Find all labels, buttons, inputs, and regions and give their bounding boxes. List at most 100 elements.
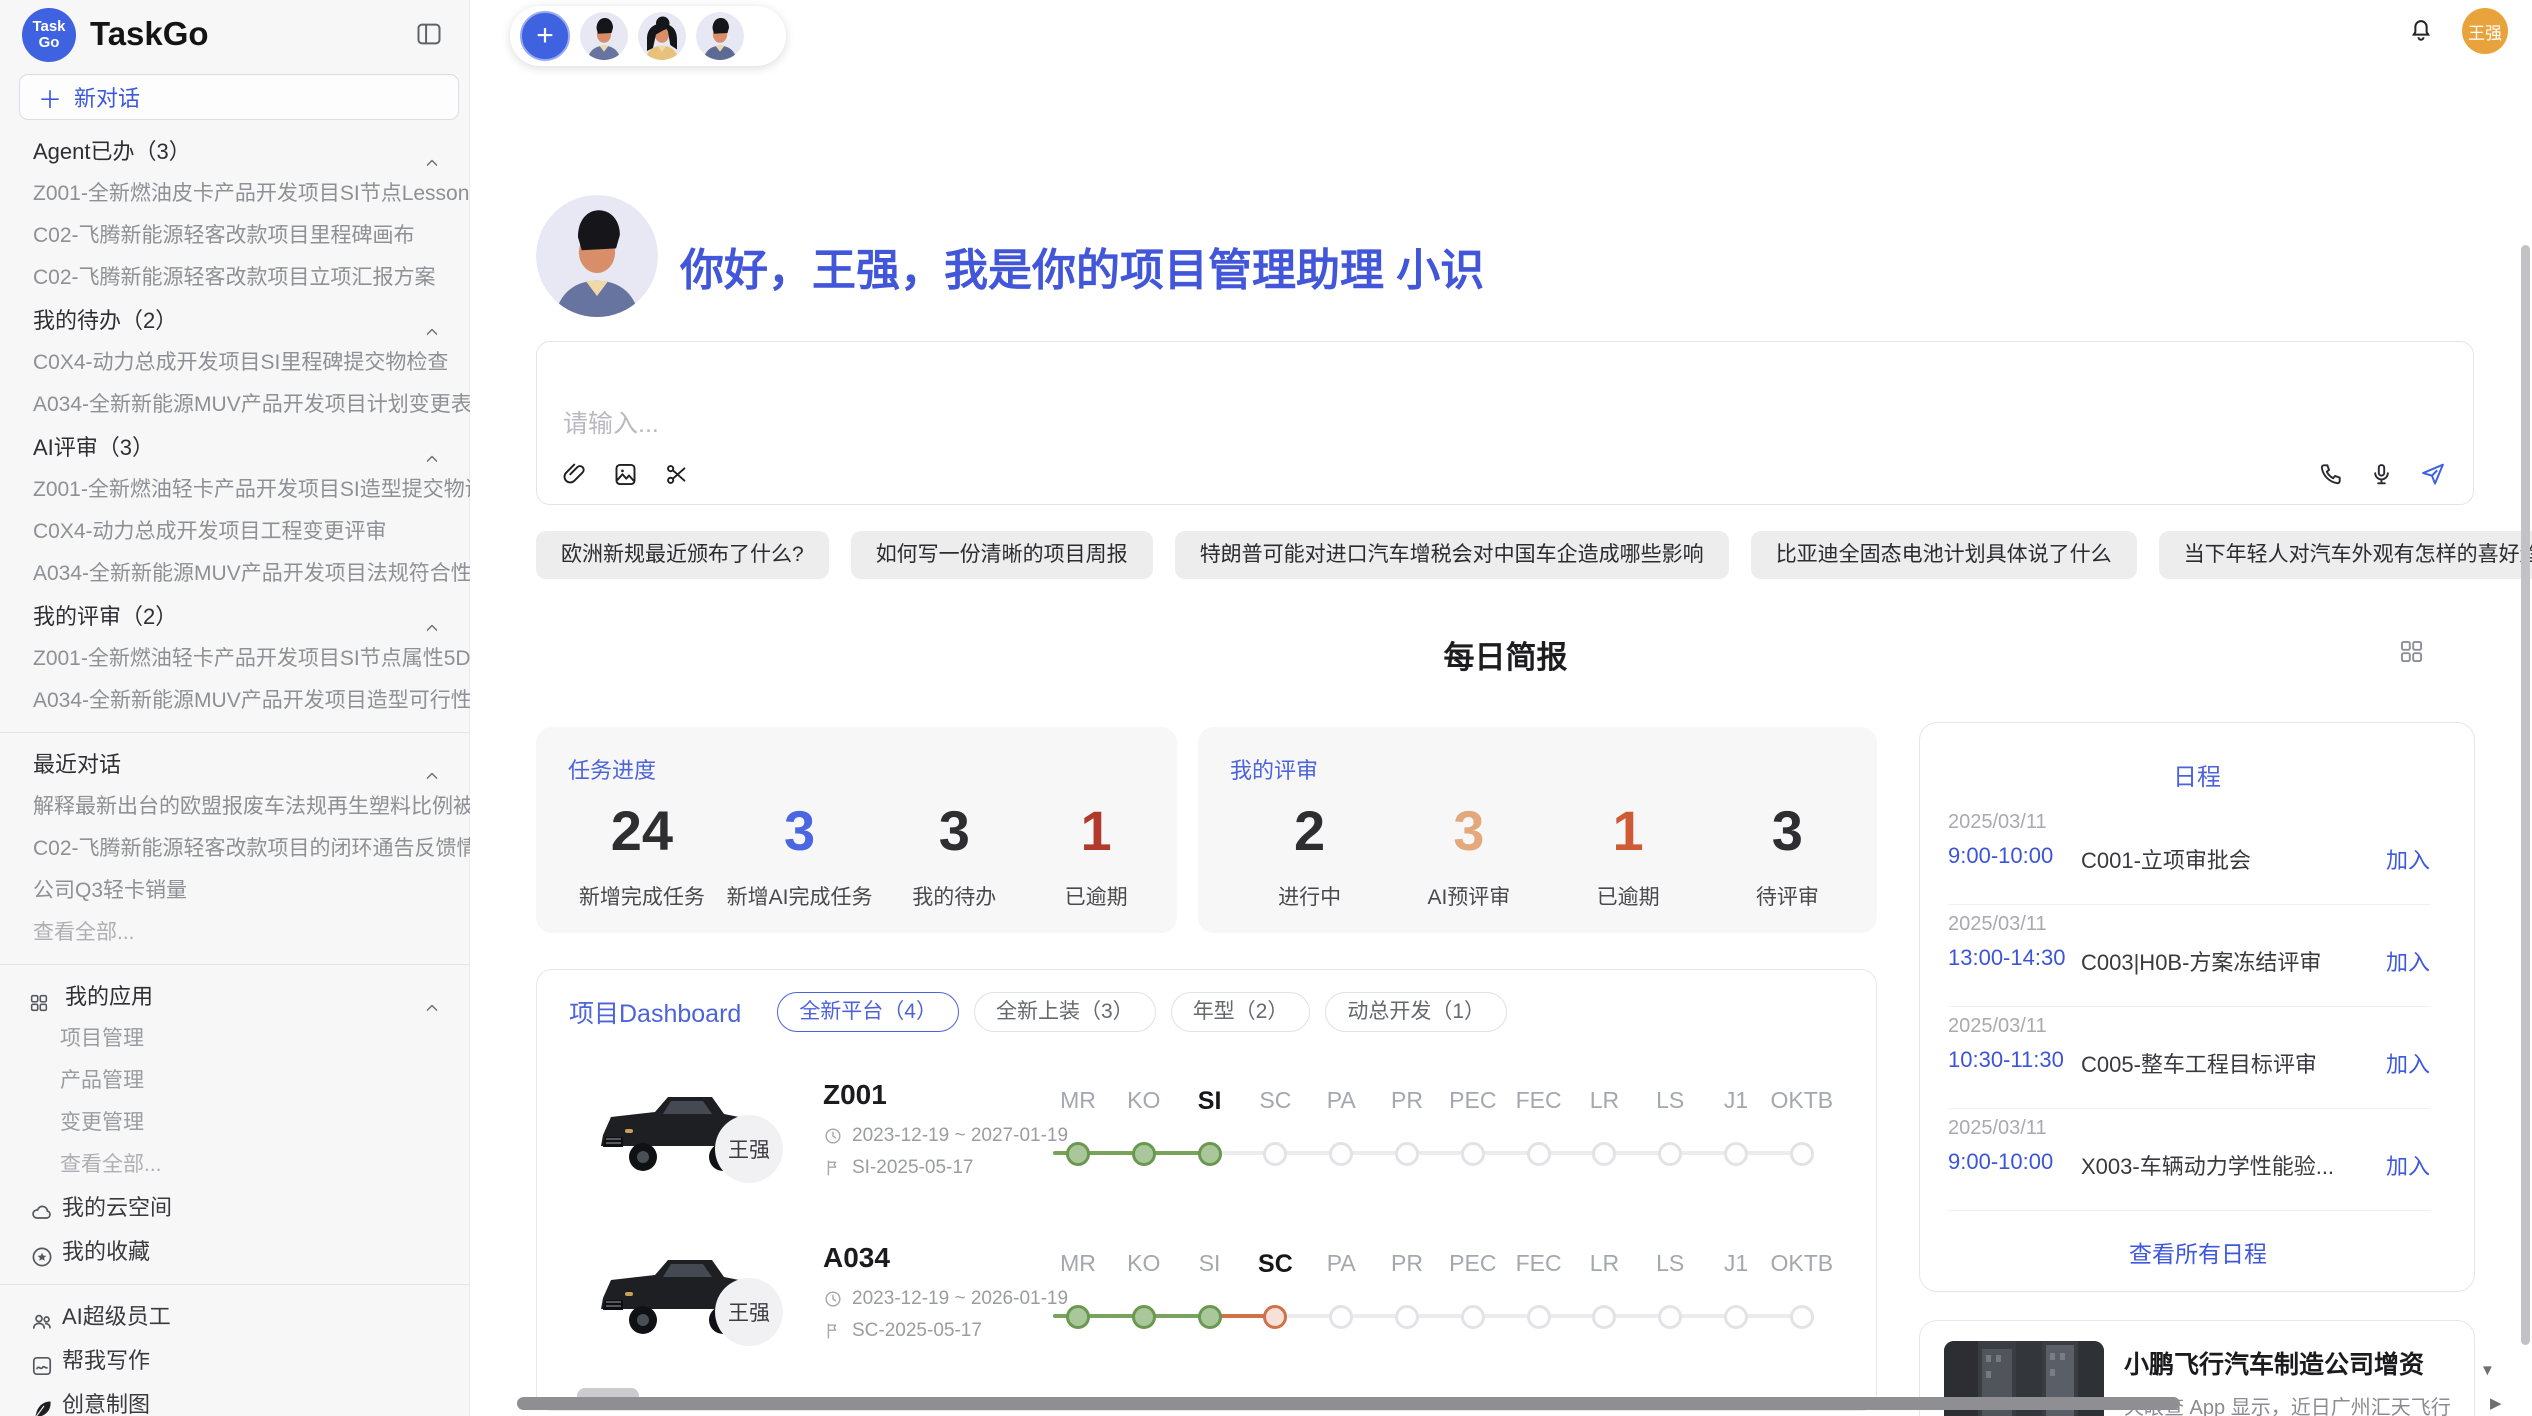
- bell-icon[interactable]: [2406, 14, 2436, 49]
- project-row[interactable]: 王强 A034 2023-12-19 ~ 2026-01-19 SC-2025-…: [537, 1226, 1877, 1389]
- suggestion-chip[interactable]: 当下年轻人对汽车外观有怎样的喜好趋势: [2159, 531, 2532, 579]
- join-meeting-link[interactable]: 加入: [2386, 945, 2430, 977]
- sidebar-item[interactable]: Z001-全新燃油轻卡产品开发项目SI造型提交物评审: [0, 469, 470, 511]
- paperclip-icon[interactable]: [561, 461, 588, 488]
- scissors-icon[interactable]: [663, 461, 690, 488]
- stat-value: 3: [1409, 795, 1529, 867]
- sidebar-item[interactable]: 解释最新出台的欧盟报废车法规再生塑料比例被调至15%...: [0, 786, 470, 828]
- sidebar-item[interactable]: A034-全新新能源MUV产品开发项目造型可行性评审: [0, 680, 470, 722]
- sidebar-item[interactable]: A034-全新新能源MUV产品开发项目计划变更表编写: [0, 384, 470, 426]
- daily-briefing-title: 每日简报: [1444, 632, 1568, 677]
- dashboard-tab[interactable]: 全新上装（3）: [974, 992, 1156, 1032]
- sidebar-item-label: 我的收藏: [62, 1239, 150, 1264]
- join-meeting-link[interactable]: 加入: [2386, 1047, 2430, 1079]
- vertical-scrollbar[interactable]: [2521, 245, 2530, 1345]
- milestone-dot: [1066, 1142, 1090, 1166]
- horizontal-scrollbar[interactable]: [517, 1397, 2180, 1410]
- join-meeting-link[interactable]: 加入: [2386, 1149, 2430, 1181]
- sidebar-item[interactable]: Z001-全新燃油轻卡产品开发项目SI节点属性5D文件评审: [0, 638, 470, 680]
- sidebar-item[interactable]: C02-飞腾新能源轻客改款项目里程碑画布: [0, 215, 470, 257]
- milestone-label: SI: [1177, 1250, 1243, 1277]
- send-icon[interactable]: [2419, 460, 2447, 488]
- suggestion-chip[interactable]: 特朗普可能对进口汽车增税会对中国车企造成哪些影响: [1175, 531, 1729, 579]
- join-meeting-link[interactable]: 加入: [2386, 843, 2430, 875]
- sidebar-item[interactable]: 产品管理: [0, 1060, 470, 1102]
- sidebar-item-star-circle[interactable]: 我的收藏: [0, 1230, 470, 1274]
- chat-input-card[interactable]: 请输入...: [536, 341, 2474, 505]
- sidebar-item[interactable]: 项目管理: [0, 1018, 470, 1060]
- sidebar-item-cloud[interactable]: 我的云空间: [0, 1186, 470, 1230]
- stat-card-title: 任务进度: [568, 753, 1167, 785]
- project-row[interactable]: 王强 Z001 2023-12-19 ~ 2027-01-19 SI-2025-…: [537, 1063, 1877, 1226]
- project-dates: 2023-12-19 ~ 2026-01-19: [823, 1288, 1068, 1310]
- dashboard-tab[interactable]: 动总开发（1）: [1325, 992, 1507, 1032]
- schedule-item: 2025/03/11 13:00-14:30 C003|H0B-方案冻结评审 加…: [1920, 905, 2476, 1007]
- sidebar-item[interactable]: 查看全部...: [0, 912, 470, 954]
- dashboard-tab[interactable]: 全新平台（4）: [777, 992, 959, 1032]
- sidebar-item[interactable]: A034-全新新能源MUV产品开发项目法规符合性评审: [0, 553, 470, 595]
- schedule-name: C005-整车工程目标评审: [2081, 1047, 2317, 1079]
- scroll-down-arrow[interactable]: ▼: [2480, 1362, 2495, 1379]
- sidebar-item-quill[interactable]: 创意制图: [0, 1383, 470, 1416]
- sidebar-item[interactable]: 查看全部...: [0, 1144, 470, 1186]
- sidebar-item[interactable]: 变更管理: [0, 1102, 470, 1144]
- mic-icon[interactable]: [2368, 461, 2395, 488]
- chevron-up-icon[interactable]: [422, 757, 442, 786]
- milestone-dot: [1527, 1142, 1551, 1166]
- sidebar-divider: [0, 964, 470, 965]
- milestone-label: J1: [1703, 1087, 1769, 1114]
- stat-value: 3: [894, 795, 1014, 867]
- section-label: 我的评审（2）: [33, 604, 177, 629]
- scroll-right-arrow[interactable]: ▶: [2490, 1394, 2502, 1412]
- panel-collapse-icon[interactable]: [415, 20, 443, 53]
- section-label: AI评审（3）: [33, 435, 154, 460]
- chevron-up-icon[interactable]: [422, 989, 442, 1018]
- sidebar-item-write[interactable]: 帮我写作: [0, 1339, 470, 1383]
- schedule-divider: [1948, 1210, 2430, 1211]
- schedule-time: 9:00-10:00: [1948, 843, 2053, 869]
- dashboard-tab[interactable]: 年型（2）: [1171, 992, 1311, 1032]
- sidebar-item[interactable]: C02-飞腾新能源轻客改款项目立项汇报方案: [0, 257, 470, 299]
- section-header[interactable]: 最近对话: [0, 743, 470, 786]
- section-header[interactable]: 我的评审（2）: [0, 595, 470, 638]
- chevron-up-icon[interactable]: [422, 440, 442, 469]
- milestone-dot: [1724, 1305, 1748, 1329]
- milestone-dot: [1395, 1305, 1419, 1329]
- assistant-avatar: [536, 195, 658, 317]
- section-header[interactable]: Agent已办（3）: [0, 130, 470, 173]
- sidebar-item[interactable]: 公司Q3轻卡销量: [0, 870, 470, 912]
- schedule-list: 2025/03/11 9:00-10:00 C001-立项审批会 加入 2025…: [1920, 803, 2476, 1211]
- new-chat-button[interactable]: ＋ 新对话: [19, 74, 459, 120]
- section-header[interactable]: AI评审（3）: [0, 426, 470, 469]
- add-conversation-button[interactable]: +: [520, 11, 570, 61]
- project-owner-avatar: 王强: [715, 1115, 783, 1183]
- avatar-woman-earring[interactable]: [696, 12, 744, 60]
- schedule-card: 日程 2025/03/11 9:00-10:00 C001-立项审批会 加入 2…: [1919, 722, 2475, 1292]
- chevron-up-icon[interactable]: [422, 609, 442, 638]
- suggestion-chip[interactable]: 如何写一份清晰的项目周报: [851, 531, 1153, 579]
- section-header[interactable]: 我的应用: [0, 975, 470, 1018]
- suggestion-chip[interactable]: 比亚迪全固态电池计划具体说了什么: [1751, 531, 2137, 579]
- milestone-label: LR: [1571, 1250, 1637, 1277]
- project-code: A034: [823, 1242, 890, 1274]
- sidebar-item[interactable]: C0X4-动力总成开发项目工程变更评审: [0, 511, 470, 553]
- layout-grid-icon[interactable]: [2398, 638, 2425, 670]
- stat-label: 已逾期: [1568, 881, 1688, 911]
- chevron-up-icon[interactable]: [422, 144, 442, 173]
- section-header[interactable]: 我的待办（2）: [0, 299, 470, 342]
- phone-icon[interactable]: [2317, 461, 2344, 488]
- view-all-schedule-link[interactable]: 查看所有日程: [1920, 1235, 2476, 1269]
- sidebar-item[interactable]: C02-飞腾新能源轻客改款项目的闭环通告反馈情况: [0, 828, 470, 870]
- sidebar-item-people[interactable]: AI超级员工: [0, 1295, 470, 1339]
- milestone-dot: [1066, 1305, 1090, 1329]
- chevron-up-icon[interactable]: [422, 313, 442, 342]
- avatar-woman-long-hair[interactable]: [638, 12, 686, 60]
- sidebar-item[interactable]: Z001-全新燃油皮卡产品开发项目SI节点Lesson Learn报告: [0, 173, 470, 215]
- suggestion-chip[interactable]: 欧洲新规最近颁布了什么?: [536, 531, 829, 579]
- avatar-man[interactable]: [580, 12, 628, 60]
- stat-label: 我的待办: [894, 881, 1014, 911]
- user-avatar[interactable]: 王强: [2462, 8, 2508, 54]
- milestone-dot: [1395, 1142, 1419, 1166]
- image-icon[interactable]: [612, 461, 639, 488]
- sidebar-item[interactable]: C0X4-动力总成开发项目SI里程碑提交物检查: [0, 342, 470, 384]
